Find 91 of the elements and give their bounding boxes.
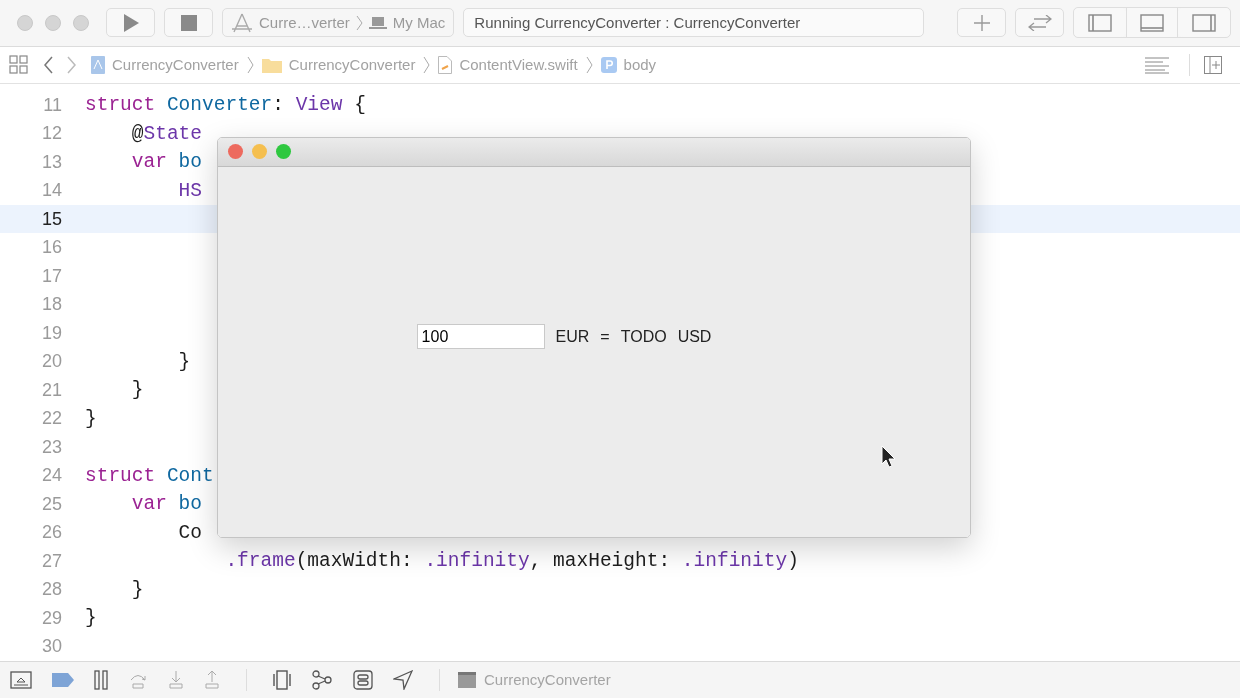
activity-view: Running CurrencyConverter : CurrencyConverter [463, 8, 924, 38]
chevron-icon [585, 55, 593, 74]
zoom-button[interactable] [276, 144, 291, 160]
stop-button[interactable] [164, 8, 213, 38]
line-number: 29 [40, 607, 62, 629]
grid-icon[interactable] [9, 54, 29, 75]
library-button[interactable] [957, 8, 1006, 38]
line-number: 12 [40, 123, 62, 145]
line-number: 19 [40, 322, 62, 344]
environment-icon[interactable] [353, 669, 373, 690]
back-icon[interactable] [43, 55, 53, 74]
location-icon[interactable] [393, 669, 413, 690]
swift-file-icon [438, 55, 453, 74]
close-button[interactable] [228, 144, 243, 160]
code-line: struct Cont [85, 464, 214, 487]
code-line: Co [177, 521, 203, 544]
run-button[interactable] [106, 8, 155, 38]
play-icon [121, 12, 140, 33]
plus-icon [973, 14, 990, 31]
line-number: 26 [40, 522, 62, 544]
line-number: 16 [40, 237, 62, 259]
pause-icon[interactable] [94, 669, 108, 690]
equals-sign: = [600, 327, 610, 346]
line-number: 28 [40, 579, 62, 601]
scheme-selector[interactable]: Curre…verter My Mac [222, 8, 455, 38]
code-line: @State [130, 122, 203, 145]
minimize-button[interactable] [252, 144, 267, 160]
code-line: var bo [130, 151, 203, 174]
view-hierarchy-icon[interactable] [273, 669, 291, 690]
line-number: 14 [40, 180, 62, 202]
line-number: 20 [40, 351, 62, 373]
line-number: 24 [40, 465, 62, 487]
property-icon [600, 56, 617, 73]
code-line: } [85, 407, 97, 430]
line-number: 30 [40, 636, 62, 658]
forward-icon[interactable] [67, 55, 77, 74]
line-number: 18 [40, 294, 62, 316]
line-number: 17 [40, 265, 62, 287]
right-panel-icon [1192, 13, 1216, 32]
breadcrumb-item[interactable]: CurrencyConverter [261, 56, 416, 74]
lines-icon[interactable] [1145, 55, 1169, 74]
chevron-icon [423, 55, 431, 74]
line-number: 13 [40, 151, 62, 173]
breakpoint-icon[interactable] [52, 672, 74, 687]
code-line: } [130, 578, 144, 601]
destination-name[interactable]: My Mac [392, 14, 446, 32]
breadcrumb-item[interactable]: CurrencyConverter [91, 55, 239, 74]
currency-label: EUR [555, 327, 590, 346]
line-number: 15 [40, 208, 62, 230]
project-file-icon [91, 55, 105, 74]
chevron-icon [246, 55, 254, 74]
folder-icon [261, 56, 282, 73]
line-number: 11 [42, 94, 62, 116]
code-line: } [130, 379, 144, 402]
mouse-pointer-icon [881, 444, 897, 469]
line-number: 23 [40, 436, 62, 458]
bottom-panel-icon [1140, 13, 1164, 32]
code-line: } [85, 607, 97, 630]
line-number: 27 [40, 550, 62, 572]
breadcrumb-item[interactable]: body [600, 56, 657, 74]
line-number: 25 [40, 493, 62, 515]
code-line: var bo [130, 493, 203, 516]
code-line: HS [177, 179, 203, 202]
step-out-icon[interactable] [204, 670, 220, 689]
hide-debug-icon[interactable] [10, 670, 32, 689]
minimize-button[interactable] [45, 14, 61, 31]
left-panel-icon [1088, 13, 1112, 32]
amount-field[interactable]: 100 [416, 324, 545, 350]
app-icon [231, 12, 253, 33]
code-line: struct Converter: View { [85, 94, 366, 117]
line-number: 21 [40, 379, 62, 401]
code-review-button[interactable] [1015, 8, 1064, 38]
breadcrumb-item[interactable]: ContentView.swift [438, 55, 578, 74]
stop-icon [180, 14, 197, 31]
swap-arrows-icon [1027, 14, 1052, 31]
add-editor-icon[interactable] [1204, 55, 1222, 74]
close-button[interactable] [17, 14, 33, 31]
result-label: TODO [620, 327, 667, 346]
laptop-icon [368, 15, 387, 30]
zoom-button[interactable] [73, 14, 89, 31]
chevron-icon [355, 14, 363, 31]
step-into-icon[interactable] [168, 670, 184, 689]
currency-label: USD [677, 327, 712, 346]
window-icon [458, 671, 476, 688]
line-number: 22 [40, 408, 62, 430]
code-line: } [177, 350, 191, 373]
code-line: .frame(maxWidth: .infinity, maxHeight: .infinity) [224, 550, 799, 573]
debug-panel-toggle[interactable] [1126, 8, 1178, 38]
scheme-name[interactable]: Curre…verter [259, 14, 350, 32]
process-selector[interactable]: CurrencyConverter [458, 671, 611, 689]
memory-graph-icon[interactable] [311, 669, 333, 690]
